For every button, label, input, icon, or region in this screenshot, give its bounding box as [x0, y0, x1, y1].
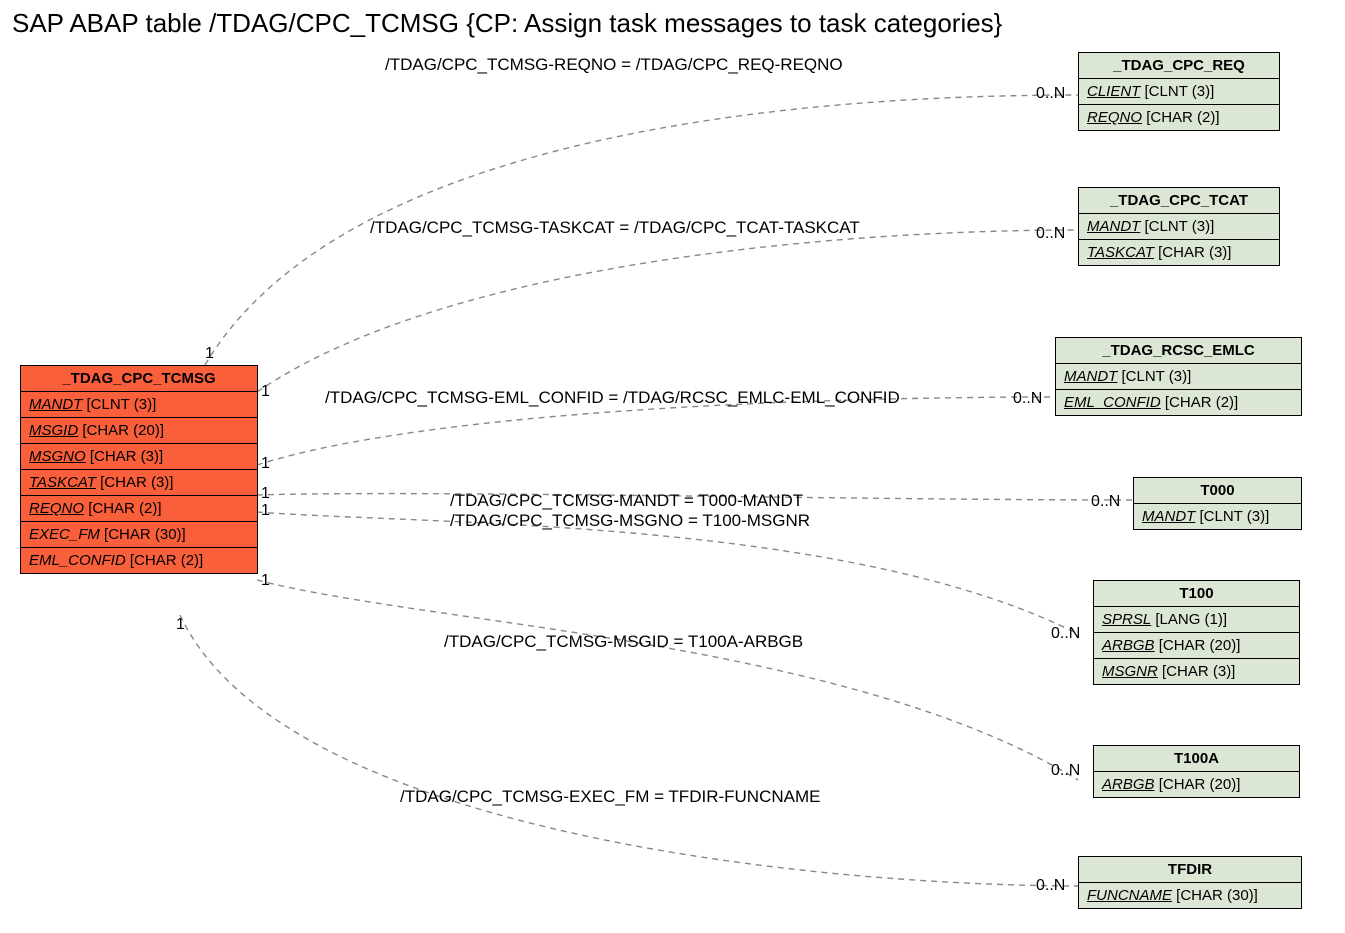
field-row: MSGNO [CHAR (3)]	[21, 444, 257, 470]
field-row: FUNCNAME [CHAR (30)]	[1079, 883, 1301, 908]
cardinality-left: 1	[261, 502, 270, 520]
entity-header: T100	[1094, 581, 1299, 607]
cardinality-right: 0..N	[1091, 493, 1120, 511]
relation-label: /TDAG/CPC_TCMSG-EXEC_FM = TFDIR-FUNCNAME	[400, 787, 820, 807]
entity-tfdir: TFDIR FUNCNAME [CHAR (30)]	[1078, 856, 1302, 909]
field-row: EXEC_FM [CHAR (30)]	[21, 522, 257, 548]
entity-t000: T000 MANDT [CLNT (3)]	[1133, 477, 1302, 530]
entity-cpc-req: _TDAG_CPC_REQ CLIENT [CLNT (3)] REQNO [C…	[1078, 52, 1280, 131]
field-row: EML_CONFID [CHAR (2)]	[21, 548, 257, 573]
field-row: MANDT [CLNT (3)]	[1079, 214, 1279, 240]
cardinality-right: 0..N	[1036, 85, 1065, 103]
cardinality-left: 1	[261, 572, 270, 590]
cardinality-right: 0..N	[1013, 390, 1042, 408]
field-row: ARBGB [CHAR (20)]	[1094, 633, 1299, 659]
entity-header: TFDIR	[1079, 857, 1301, 883]
field-row: TASKCAT [CHAR (3)]	[1079, 240, 1279, 265]
field-row: EML_CONFID [CHAR (2)]	[1056, 390, 1301, 415]
cardinality-right: 0..N	[1051, 762, 1080, 780]
entity-header: T100A	[1094, 746, 1299, 772]
entity-header: T000	[1134, 478, 1301, 504]
field-row: SPRSL [LANG (1)]	[1094, 607, 1299, 633]
field-row: MSGNR [CHAR (3)]	[1094, 659, 1299, 684]
entity-header: _TDAG_RCSC_EMLC	[1056, 338, 1301, 364]
cardinality-right: 0..N	[1051, 625, 1080, 643]
entity-main-tcmsg: _TDAG_CPC_TCMSG MANDT [CLNT (3)] MSGID […	[20, 365, 258, 574]
relation-label: /TDAG/CPC_TCMSG-MSGID = T100A-ARBGB	[444, 632, 803, 652]
entity-header: _TDAG_CPC_TCMSG	[21, 366, 257, 392]
relation-label: /TDAG/CPC_TCMSG-TASKCAT = /TDAG/CPC_TCAT…	[370, 218, 860, 238]
field-row: REQNO [CHAR (2)]	[1079, 105, 1279, 130]
cardinality-left: 1	[176, 616, 185, 634]
field-row: CLIENT [CLNT (3)]	[1079, 79, 1279, 105]
field-row: ARBGB [CHAR (20)]	[1094, 772, 1299, 797]
relation-label: /TDAG/CPC_TCMSG-REQNO = /TDAG/CPC_REQ-RE…	[385, 55, 843, 75]
relation-label: /TDAG/CPC_TCMSG-MANDT = T000-MANDT	[450, 491, 803, 511]
field-row: MSGID [CHAR (20)]	[21, 418, 257, 444]
field-row: MANDT [CLNT (3)]	[21, 392, 257, 418]
cardinality-left: 1	[205, 345, 214, 363]
cardinality-left: 1	[261, 383, 270, 401]
page-title: SAP ABAP table /TDAG/CPC_TCMSG {CP: Assi…	[12, 8, 1002, 39]
cardinality-left: 1	[261, 485, 270, 503]
relation-label: /TDAG/CPC_TCMSG-MSGNO = T100-MSGNR	[450, 511, 810, 531]
field-row: MANDT [CLNT (3)]	[1056, 364, 1301, 390]
entity-header: _TDAG_CPC_TCAT	[1079, 188, 1279, 214]
cardinality-right: 0..N	[1036, 877, 1065, 895]
relation-label: /TDAG/CPC_TCMSG-EML_CONFID = /TDAG/RCSC_…	[325, 388, 900, 408]
field-row: REQNO [CHAR (2)]	[21, 496, 257, 522]
cardinality-right: 0..N	[1036, 225, 1065, 243]
entity-header: _TDAG_CPC_REQ	[1079, 53, 1279, 79]
entity-cpc-tcat: _TDAG_CPC_TCAT MANDT [CLNT (3)] TASKCAT …	[1078, 187, 1280, 266]
entity-rcsc-emlc: _TDAG_RCSC_EMLC MANDT [CLNT (3)] EML_CON…	[1055, 337, 1302, 416]
cardinality-left: 1	[261, 455, 270, 473]
field-row: MANDT [CLNT (3)]	[1134, 504, 1301, 529]
entity-t100a: T100A ARBGB [CHAR (20)]	[1093, 745, 1300, 798]
field-row: TASKCAT [CHAR (3)]	[21, 470, 257, 496]
entity-t100: T100 SPRSL [LANG (1)] ARBGB [CHAR (20)] …	[1093, 580, 1300, 685]
